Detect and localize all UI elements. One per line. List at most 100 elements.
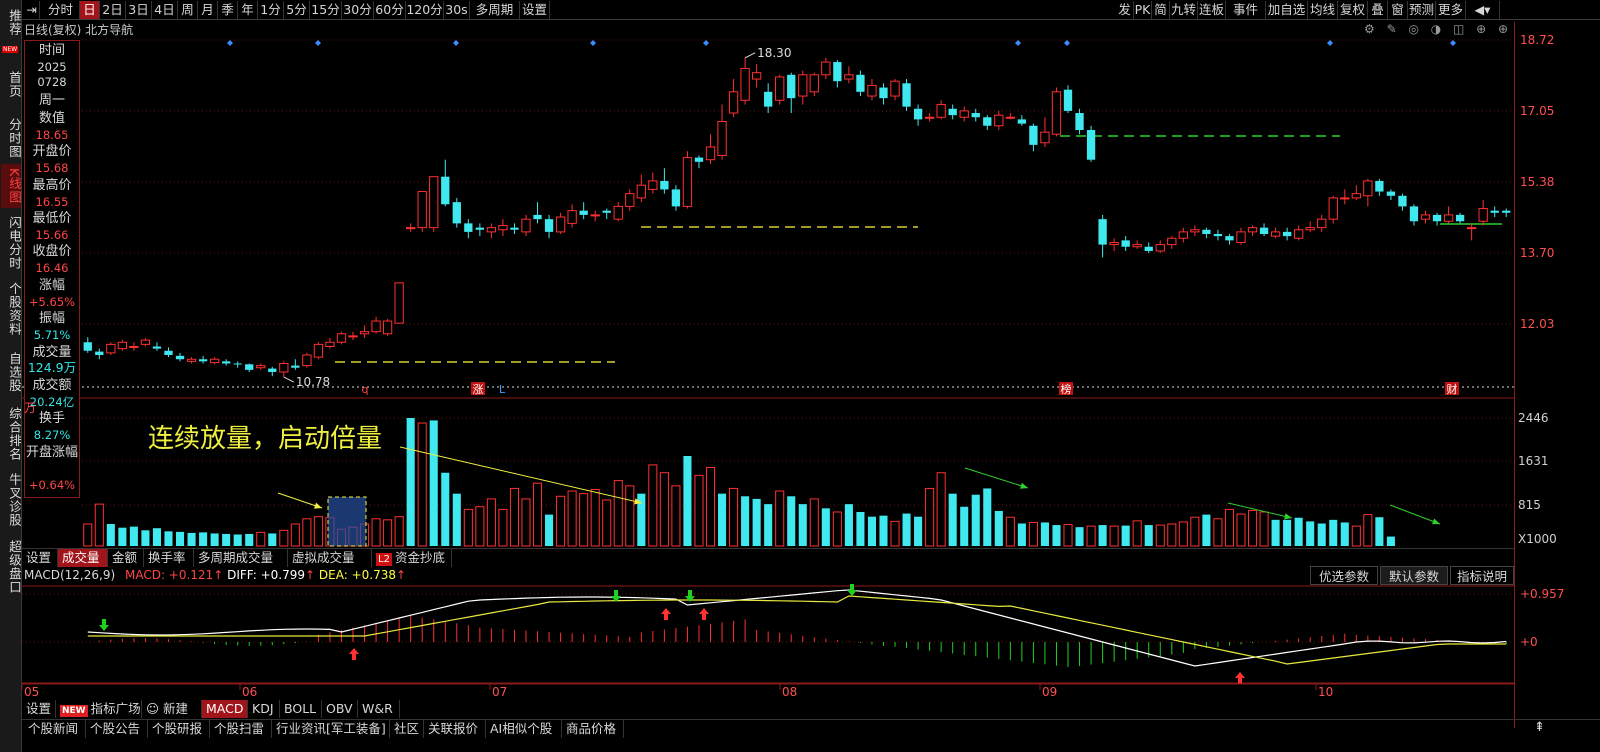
volume-bar-down [452,493,461,546]
candle-body-up [1328,197,1338,220]
volume-bar-down [752,498,761,546]
volume-bar-down [1040,522,1049,546]
bottom-tab-2[interactable]: 个股研报 [148,720,210,738]
candle-body-up [302,354,312,367]
volume-tab-3[interactable]: 换手率 [144,549,194,567]
candle-body-down [441,176,450,205]
volume-bar-down [1294,517,1303,546]
turnover-value: 8.27% [33,428,71,442]
indicator-tab-3[interactable]: MACD [202,700,248,718]
candle-body-up [209,358,220,364]
candle-body-down [1063,89,1073,111]
indicator-help-button[interactable]: 指标说明 [1450,566,1514,585]
candle-body-up [1443,214,1454,222]
volume-tab-1[interactable]: 成交量 [58,549,108,567]
volume-tab-label: 虚拟成交量 [292,550,355,565]
bottom-tab-4[interactable]: 行业资讯[军工装备] [272,720,390,738]
candle-body-down [198,359,208,362]
volume-bar-down [867,516,876,546]
sell-signal-arrow-head [99,625,109,631]
month-tick: 06 [242,685,257,699]
bottom-tab-8[interactable]: 商品价格 [562,720,624,738]
volume-bar-up [925,487,935,547]
candle-body-up [394,282,404,324]
bottom-tab-3[interactable]: 个股扫雷 [210,720,272,738]
dea-value: DEA: +0.738 [318,568,397,582]
volume-tab-4[interactable]: 多周期成交量 [194,549,288,567]
candle-body-up [809,74,819,93]
candle-body-up [1247,227,1258,233]
info-panel: 时间 2025 0728 周一 数值 18.65 开盘价 15.68 最高价 1… [24,40,80,498]
volume-tab-6[interactable]: L2 资金抄底 [372,549,452,567]
candle-body-down [1282,231,1292,237]
candle-body-up [1294,229,1304,239]
volume-tab-5[interactable]: 虚拟成交量 [288,549,372,567]
macd-info-line: MACD(12,26,9) MACD: +0.121↑ DIFF: +0.799… [24,568,407,582]
volume-bar-down [1375,517,1384,546]
macd-tick: +0.957 [1520,587,1565,601]
indicator-tab-2[interactable]: ☺ 新建 [142,700,202,718]
candle-body-up [821,61,831,76]
bottom-tab-5[interactable]: 社区 [390,720,424,738]
default-params-button[interactable]: 默认参数 [1380,566,1448,585]
volume-bar-down [1340,522,1349,546]
indicator-tab-4[interactable]: KDJ [248,700,280,718]
candle-body-up [648,180,658,190]
volume-bar-down [141,530,150,546]
volume-tick: X1000 [1518,532,1557,546]
candle-body-down [233,363,242,365]
volume-bar-down [983,488,992,546]
candle-body-up [613,205,623,220]
high-value: 16.55 [35,195,69,209]
bottom-tab-7[interactable]: AI相似个股 [486,720,562,738]
preferred-params-button[interactable]: 优选参数 [1310,566,1378,585]
indicator-tab-0[interactable]: 设置 [22,700,56,718]
bottom-tab-1[interactable]: 个股公告 [86,720,148,738]
indicator-tab-5[interactable]: BOLL [280,700,322,718]
volume-tab-0[interactable]: 设置 [22,549,58,567]
event-diamond [227,40,233,46]
volume-bar-up [556,495,566,547]
amplitude-value: 5.71% [33,328,71,342]
volume-bar-down [821,508,830,546]
macd-name: MACD(12,26,9) [24,568,116,582]
dea-line [87,595,1507,665]
bottom-tab-0[interactable]: 个股新闻 [24,720,86,738]
indicator-tab-1[interactable]: NEW 指标广场 [56,700,142,718]
candle-body-down [222,361,231,364]
macd-value: MACD: +0.121 [124,568,214,582]
sell-signal-arrow-head [685,596,695,602]
open-value: 15.68 [35,161,69,175]
indicator-tab-7[interactable]: W&R [358,700,400,718]
candle-body-down [1121,240,1130,247]
candle-body-up [1178,231,1188,239]
open-change-value: +0.64% [28,478,76,492]
candle-body-down [1017,119,1027,124]
volume-highlight-box [327,496,367,547]
volume-tab-2[interactable]: 金额 [108,549,144,567]
indicator-tab-6[interactable]: OBV [322,700,358,718]
candle-body-up [129,345,139,348]
volume-bar-up [83,523,93,547]
candle-body-down [510,227,519,230]
candle-body-up [717,121,727,156]
candle-body-up [705,146,716,161]
candle-body-up [1040,131,1050,144]
candle-body-down [1144,246,1153,251]
bottom-tab-6[interactable]: 关联报价 [424,720,486,738]
candle-body-up [959,110,969,118]
candle-body-up [279,362,289,373]
candle-body-up [117,341,128,350]
volume-bar-down [175,531,185,546]
volume-bar-up [475,506,485,547]
l2-badge: L2 [376,553,392,566]
kline-chart[interactable]: 18.30 10.78 q 涨 L 榜 财 05 06 07 08 09 10 [0,0,1600,752]
candle-body-up [1305,227,1315,231]
volume-bar-down [545,514,554,546]
volume-label: 成交量 [32,345,72,360]
volume-bar-up [486,498,496,547]
amount-label: 成交额 [32,378,72,393]
volume-bar-up [383,519,393,547]
expand-up-icon[interactable]: ⇞ [1534,720,1545,735]
candle-body-up [1478,208,1488,222]
